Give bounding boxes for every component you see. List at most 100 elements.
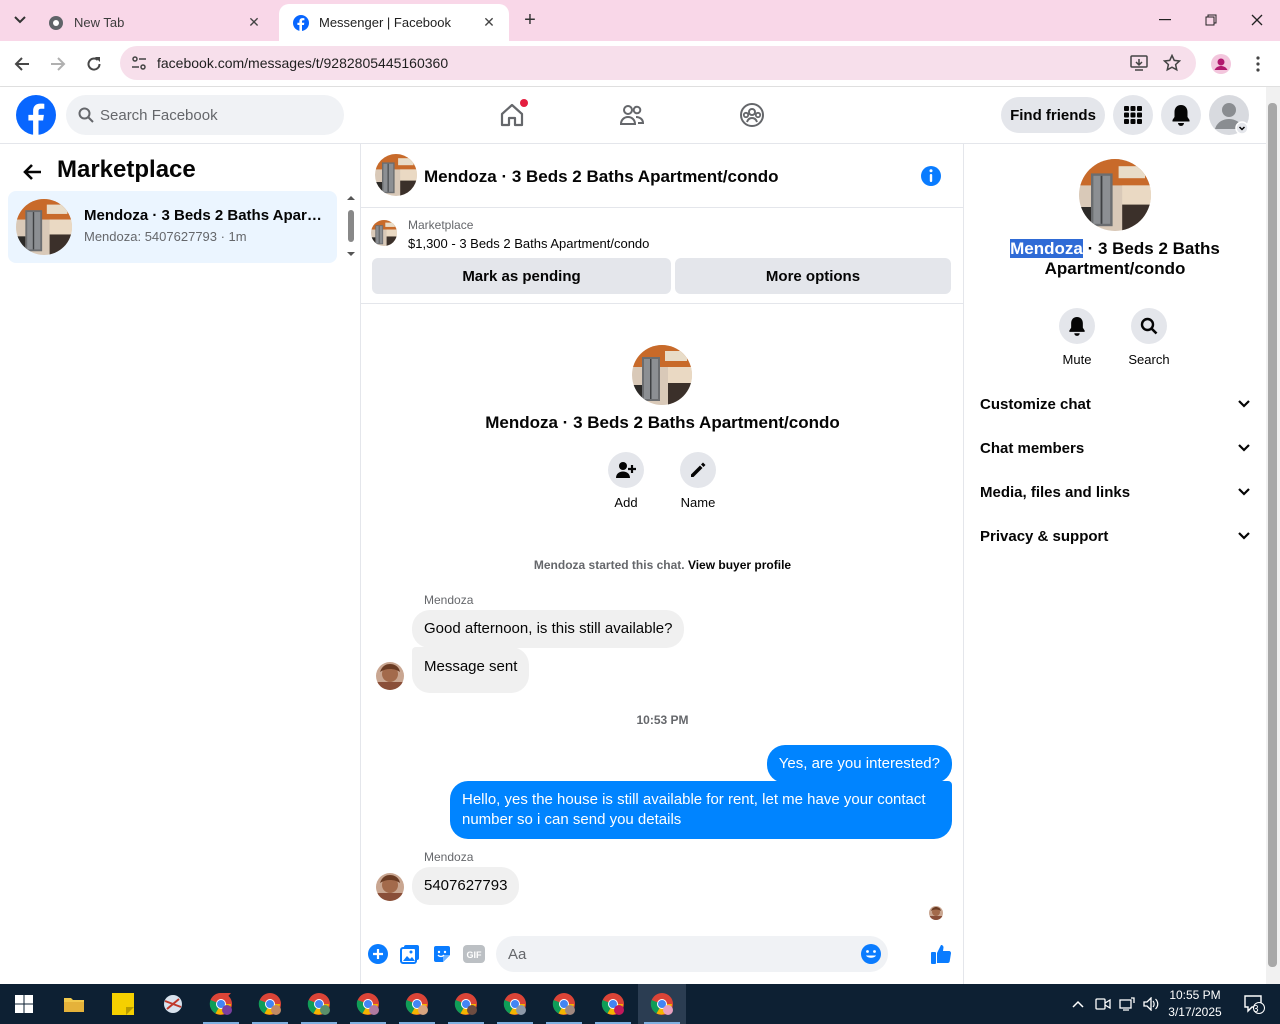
message-bubble-incoming[interactable]: Good afternoon, is this still available? bbox=[412, 610, 685, 648]
listing-summary[interactable]: $1,300 - 3 Beds 2 Baths Apartment/condo bbox=[408, 236, 649, 251]
minimize-icon[interactable] bbox=[1142, 0, 1188, 40]
message-composer: GIF bbox=[361, 932, 964, 976]
conversation-item[interactable]: Mendoza · 3 Beds 2 Baths Apartment/condo… bbox=[8, 191, 337, 263]
facebook-logo-icon[interactable] bbox=[16, 95, 56, 135]
chrome-taskbar-icon-active[interactable] bbox=[638, 984, 686, 1024]
tab-label: Messenger | Facebook bbox=[319, 15, 451, 30]
chrome-taskbar-icon[interactable] bbox=[393, 984, 441, 1024]
mute-button[interactable]: Mute bbox=[1047, 308, 1107, 367]
emoji-icon[interactable] bbox=[860, 943, 882, 965]
message-bubble-incoming[interactable]: Message sent bbox=[412, 647, 530, 693]
profile-avatar-icon[interactable] bbox=[1207, 50, 1235, 78]
sender-avatar[interactable] bbox=[376, 873, 404, 901]
tab-label: New Tab bbox=[74, 15, 125, 30]
facebook-search[interactable] bbox=[66, 95, 344, 135]
message-bubble-incoming[interactable]: 5407627793 bbox=[412, 867, 520, 905]
show-hidden-icons-chevron-icon[interactable] bbox=[1068, 984, 1088, 1024]
groups-nav-icon[interactable] bbox=[732, 95, 772, 135]
gif-icon[interactable]: GIF bbox=[462, 942, 486, 966]
back-arrow-icon[interactable] bbox=[8, 50, 36, 78]
chrome-taskbar-icon[interactable] bbox=[295, 984, 343, 1024]
plus-circle-icon[interactable] bbox=[366, 942, 390, 966]
add-member-button[interactable]: Add bbox=[596, 452, 656, 510]
chrome-taskbar-icon[interactable] bbox=[491, 984, 539, 1024]
photo-gallery-icon[interactable] bbox=[398, 942, 422, 966]
search-icon bbox=[1131, 308, 1167, 344]
pane-title: Marketplace bbox=[57, 156, 196, 183]
privacy-support-section[interactable]: Privacy & support bbox=[972, 514, 1258, 558]
page-scrollbar[interactable] bbox=[1266, 87, 1280, 984]
app-icon[interactable] bbox=[149, 984, 197, 1024]
sender-avatar[interactable] bbox=[376, 662, 404, 690]
chat-title[interactable]: Mendoza · 3 Beds 2 Baths Apartment/condo bbox=[424, 167, 779, 187]
file-explorer-icon[interactable] bbox=[50, 984, 98, 1024]
address-bar[interactable]: facebook.com/messages/t/9282805445160360 bbox=[120, 46, 1196, 80]
chrome-taskbar-icon[interactable] bbox=[540, 984, 588, 1024]
media-files-links-section[interactable]: Media, files and links bbox=[972, 470, 1258, 514]
view-buyer-profile-link[interactable]: View buyer profile bbox=[688, 558, 791, 572]
sticker-icon[interactable] bbox=[430, 942, 454, 966]
chat-pane: Mendoza · 3 Beds 2 Baths Apartment/condo… bbox=[361, 144, 964, 984]
menu-grid-icon[interactable] bbox=[1113, 95, 1153, 135]
search-icon bbox=[78, 107, 94, 123]
selected-text-highlight: Mendoza bbox=[1010, 239, 1083, 258]
restore-icon[interactable] bbox=[1188, 0, 1234, 40]
notifications-bell-icon[interactable] bbox=[1161, 95, 1201, 135]
forward-arrow-icon[interactable] bbox=[44, 50, 72, 78]
chrome-taskbar-icon[interactable] bbox=[246, 984, 294, 1024]
bookmark-star-icon[interactable] bbox=[1161, 52, 1183, 74]
list-scrollbar[interactable] bbox=[345, 194, 357, 258]
mark-as-pending-button[interactable]: Mark as pending bbox=[372, 258, 671, 294]
close-window-icon[interactable] bbox=[1234, 0, 1280, 40]
install-app-icon[interactable] bbox=[1128, 52, 1150, 74]
tab-search-chevron-icon[interactable] bbox=[8, 8, 32, 32]
chat-header: Mendoza · 3 Beds 2 Baths Apartment/condo bbox=[361, 144, 964, 208]
thumbs-up-icon[interactable] bbox=[928, 942, 954, 966]
name-label: Name bbox=[680, 495, 716, 510]
browser-menu-icon[interactable] bbox=[1244, 50, 1272, 78]
search-in-chat-button[interactable]: Search bbox=[1119, 308, 1179, 367]
friends-nav-icon[interactable] bbox=[612, 95, 652, 135]
sticky-notes-icon[interactable] bbox=[99, 984, 147, 1024]
action-center-icon[interactable]: 3 bbox=[1234, 984, 1274, 1024]
chrome-taskbar-icon[interactable] bbox=[197, 984, 245, 1024]
network-icon[interactable] bbox=[1116, 984, 1138, 1024]
clock-time: 10:55 PM bbox=[1169, 988, 1221, 1002]
info-icon[interactable] bbox=[919, 164, 943, 188]
system-clock[interactable]: 10:55 PM 3/17/2025 bbox=[1160, 987, 1230, 1021]
chat-avatar[interactable] bbox=[375, 154, 417, 196]
meet-now-icon[interactable] bbox=[1092, 984, 1114, 1024]
tab-close-icon[interactable]: ✕ bbox=[246, 14, 262, 31]
tab-close-icon[interactable]: ✕ bbox=[481, 14, 497, 31]
message-bubble-outgoing[interactable]: Yes, are you interested? bbox=[766, 745, 952, 783]
url-text[interactable]: facebook.com/messages/t/9282805445160360 bbox=[157, 55, 448, 71]
chrome-taskbar-icon[interactable] bbox=[344, 984, 392, 1024]
message-bubble-outgoing[interactable]: Hello, yes the house is still available … bbox=[450, 781, 952, 839]
section-label: Privacy & support bbox=[980, 527, 1109, 545]
chat-members-section[interactable]: Chat members bbox=[972, 426, 1258, 470]
scrollbar-thumb[interactable] bbox=[1268, 103, 1277, 967]
windows-start-icon[interactable] bbox=[0, 984, 48, 1024]
message-input[interactable] bbox=[508, 936, 878, 972]
edit-name-button[interactable]: Name bbox=[668, 452, 728, 510]
more-options-button[interactable]: More options bbox=[675, 258, 951, 294]
site-info-icon[interactable] bbox=[128, 52, 150, 74]
volume-icon[interactable] bbox=[1140, 984, 1162, 1024]
chevron-down-icon bbox=[1238, 444, 1250, 452]
listing-thumbnail[interactable] bbox=[371, 220, 397, 246]
home-nav-icon[interactable] bbox=[492, 95, 532, 135]
conversation-preview: Mendoza: 5407627793 · 1m bbox=[84, 229, 247, 244]
chrome-taskbar-icon[interactable] bbox=[442, 984, 490, 1024]
find-friends-button[interactable]: Find friends bbox=[1001, 97, 1105, 133]
tab-new-tab[interactable]: New Tab ✕ bbox=[34, 4, 274, 41]
clock-date: 3/17/2025 bbox=[1168, 1005, 1222, 1019]
account-avatar-icon[interactable] bbox=[1209, 95, 1249, 135]
search-input[interactable] bbox=[100, 95, 330, 135]
back-arrow-icon[interactable] bbox=[19, 159, 45, 185]
tab-messenger[interactable]: Messenger | Facebook ✕ bbox=[279, 4, 509, 41]
new-tab-plus-icon[interactable]: + bbox=[518, 8, 542, 32]
reload-icon[interactable] bbox=[80, 50, 108, 78]
chrome-taskbar-icon[interactable] bbox=[589, 984, 637, 1024]
customize-chat-section[interactable]: Customize chat bbox=[972, 382, 1258, 426]
info-avatar[interactable] bbox=[1079, 159, 1151, 231]
